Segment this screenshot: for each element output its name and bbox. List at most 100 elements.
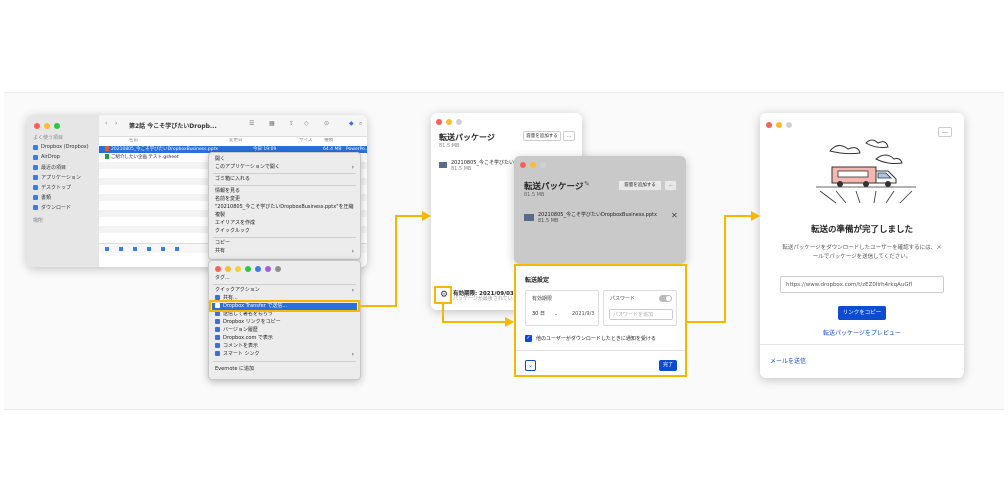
window-controls[interactable] [520, 162, 546, 168]
sidebar-item-dropbox[interactable]: Dropbox (Dropbox) [33, 144, 89, 150]
menu-item-rename[interactable]: 名前を変更 [215, 196, 240, 203]
wheel [863, 181, 869, 187]
connector-line [724, 215, 726, 323]
folder-icon [119, 247, 123, 251]
menu-item-get-info[interactable]: 情報を見る [215, 188, 240, 195]
column-header: 名前 変更日 サイズ 種類 [129, 138, 333, 143]
chevron-right-icon: › [351, 287, 354, 294]
menu-item-copy-link[interactable]: Dropbox リンクをコピー [215, 319, 281, 326]
menu-item-compress[interactable]: "20210805_今こそ学びたいDropboxBusiness.pptx"を圧… [215, 204, 354, 211]
menu-item-open[interactable]: 開く [215, 156, 225, 163]
menu-item-evernote[interactable]: Evernote に追加 [215, 366, 254, 373]
dropbox-icon [215, 335, 220, 340]
tag-yellow[interactable] [235, 266, 241, 272]
sidebar-item-desktop[interactable]: デスクトップ [33, 184, 71, 191]
sidebar-item-airdrop[interactable]: AirDrop [33, 154, 60, 160]
connector-line [687, 321, 725, 323]
menu-item-alias[interactable]: エイリアスを作成 [215, 220, 255, 227]
preview-link[interactable]: 転送パッケージをプレビュー [760, 328, 964, 337]
edit-pencil-icon[interactable]: ✎ [584, 180, 590, 188]
tag-red[interactable] [215, 266, 221, 272]
chevron-down-icon[interactable]: ⌄ [554, 311, 558, 317]
grid-icon[interactable]: ▦ [269, 120, 275, 127]
expiry-note: パッケージが最後されています [453, 296, 523, 302]
menu-item-open-with[interactable]: このアプリケーションで開く [215, 164, 280, 171]
menu-item-share[interactable]: 共有 [215, 248, 225, 255]
copy-link-button[interactable]: リンクをコピー [838, 306, 886, 320]
password-placeholder: パスワードを追加 [613, 312, 654, 318]
menu-item-version-history[interactable]: バージョン履歴 [215, 327, 258, 334]
menu-item-send-sign[interactable]: 送信して署名をもらう [215, 311, 273, 318]
menu-item-view-on-web[interactable]: Dropbox.com で表示 [215, 335, 273, 342]
expiry-date: 2021/9/3 [572, 311, 595, 317]
connector-line [442, 321, 506, 323]
ready-description: 転送パッケージをダウンロードしたユーザーを確認するには、メールでパッケージを送信… [782, 245, 942, 260]
menu-separator [213, 361, 356, 362]
notify-label: 他のユーザーがダウンロードしたときに通知を受ける [536, 336, 656, 342]
collapse-chevron-icon[interactable]: ⌄ [525, 360, 536, 371]
password-toggle[interactable] [659, 295, 672, 302]
sidebar-item-applications[interactable]: アプリケーション [33, 174, 81, 181]
file-name: 20210805_今こそ学びたいDropboxBusiness.pptx [538, 212, 657, 218]
window-controls[interactable] [766, 122, 792, 128]
tag-gray[interactable] [275, 266, 281, 272]
back-icon[interactable]: ‹ [105, 120, 107, 127]
finder-sidebar: よく使う項目 Dropbox (Dropbox) AirDrop 最近の項目 ア… [27, 115, 99, 267]
file-thumbnail [439, 162, 447, 168]
finder-toolbar: ‹ › 第2話 今こそ学びたいDropb... ☰ ▦ ⇪ ◇ ⊙ ◆ ⌕ [99, 115, 367, 137]
window-controls[interactable] [34, 123, 60, 129]
transfer-size: 81.5 MB [524, 192, 545, 198]
expiry-value[interactable]: 30 日 [532, 311, 545, 317]
link-field[interactable]: https://www.dropbox.com/t/zEZ0Ilrh4rkqAu… [780, 276, 944, 293]
menu-item-quick-actions[interactable]: クイックアクション [215, 287, 260, 294]
menu-item-duplicate[interactable]: 複製 [215, 212, 225, 219]
sidebar-item-documents[interactable]: 書類 [33, 194, 51, 201]
more-button[interactable]: ... [938, 127, 952, 137]
arrow-right-icon [751, 211, 760, 221]
menu-item-tags[interactable]: タグ... [215, 275, 230, 282]
tag-orange[interactable] [225, 266, 231, 272]
close-icon[interactable]: ✕ [671, 211, 678, 220]
menu-separator [213, 237, 356, 238]
sidebar-item-downloads[interactable]: ダウンロード [33, 204, 71, 211]
view-icon[interactable]: ☰ [249, 120, 254, 127]
menu-item-trash[interactable]: ゴミ箱に入れる [215, 176, 250, 183]
action-icon[interactable]: ⊙ [324, 120, 329, 127]
more-button[interactable]: ... [664, 180, 677, 191]
done-button[interactable]: 完了 [659, 360, 677, 371]
ready-title: 転送の準備が完了しました [810, 225, 913, 235]
folder-icon [147, 247, 151, 251]
add-files-button[interactable]: 容量を追加する [618, 180, 662, 191]
chevron-right-icon: › [351, 248, 354, 255]
context-menu-extended: タグ... クイックアクション › 共有... Dropbox Transfer… [208, 260, 361, 380]
notify-checkbox[interactable]: ✓ [525, 335, 532, 342]
transfer-ready-window: ... 転送の準備が完了しました 転送パッケージをダウンロードしたユーザーを確認… [760, 113, 964, 378]
forward-icon[interactable]: › [115, 120, 117, 127]
connector-line [395, 215, 423, 217]
menu-item-quicklook[interactable]: クイックルック [215, 228, 250, 235]
transfer-size: 81.5 MB [439, 143, 460, 149]
sidebar-item-recents[interactable]: 最近の項目 [33, 164, 66, 171]
cloud-shape [829, 145, 861, 155]
tag-purple[interactable] [265, 266, 271, 272]
dropbox-toolbar-icon[interactable]: ◆ [349, 120, 354, 127]
context-menu: 開く このアプリケーションで開く › ゴミ箱に入れる 情報を見る 名前を変更 "… [208, 152, 361, 260]
cloud-shape [865, 139, 889, 148]
send-email-link[interactable]: メールを送信 [770, 356, 806, 365]
sidebar-header: よく使う項目 [33, 135, 64, 141]
add-files-button[interactable]: 容量を追加する [523, 131, 561, 141]
search-icon[interactable]: ⌕ [359, 120, 362, 128]
divider [760, 344, 964, 345]
clock-icon [33, 165, 38, 170]
share-icon[interactable]: ⇪ [289, 120, 294, 127]
transfer-title: 転送パッケージ [524, 182, 584, 192]
tag-green[interactable] [245, 266, 251, 272]
menu-item-copy[interactable]: コピー [215, 240, 230, 247]
tag-blue[interactable] [255, 266, 261, 272]
window-controls[interactable] [436, 119, 462, 125]
tag-icon[interactable]: ◇ [304, 120, 309, 127]
menu-item-smart-sync[interactable]: スマート シンク [215, 351, 259, 358]
more-button[interactable]: … [563, 131, 575, 141]
password-field[interactable]: パスワードを追加 [609, 309, 673, 320]
menu-item-comments[interactable]: コメントを表示 [215, 343, 258, 350]
